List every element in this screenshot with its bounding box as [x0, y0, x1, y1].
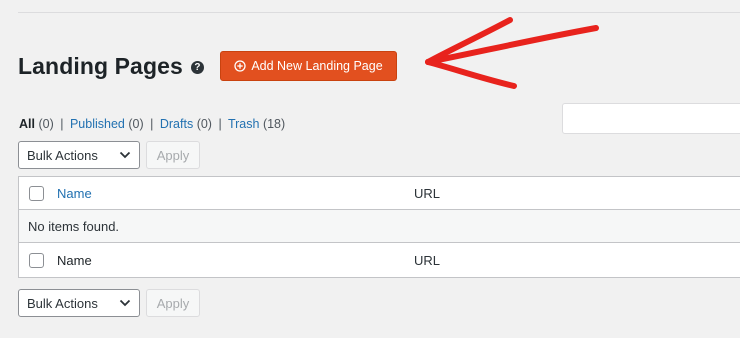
column-footer-name[interactable]: Name	[57, 253, 92, 268]
page-title: Landing Pages	[18, 53, 183, 79]
plus-circle-icon	[234, 60, 246, 72]
select-all-checkbox-footer[interactable]	[29, 252, 44, 268]
add-new-label: Add New Landing Page	[251, 59, 383, 73]
table-header-row: Name URL	[19, 177, 740, 210]
bulk-actions-select[interactable]: Bulk Actions	[18, 141, 140, 169]
column-footer-url: URL	[414, 252, 441, 268]
help-icon[interactable]: ?	[190, 60, 204, 74]
add-new-landing-page-button[interactable]: Add New Landing Page	[220, 51, 397, 81]
page-header: Landing Pages ?	[18, 50, 204, 82]
bulk-actions-top: Bulk Actions Apply	[18, 141, 200, 169]
bulk-actions-bottom: Bulk Actions Apply	[18, 289, 200, 317]
filter-all-count: (0)	[38, 117, 54, 131]
filter-trash-count: (18)	[262, 117, 286, 131]
filter-drafts[interactable]: Drafts	[160, 117, 193, 131]
chevron-down-icon	[119, 299, 131, 307]
filter-separator: |	[150, 117, 154, 131]
landing-pages-table: Name URL No items found. Name URL	[18, 176, 740, 278]
apply-button-bottom[interactable]: Apply	[146, 289, 200, 317]
no-items-message: No items found.	[28, 218, 120, 234]
filter-published-count: (0)	[128, 117, 144, 131]
table-footer-row: Name URL	[19, 243, 740, 277]
top-divider	[18, 12, 740, 13]
table-row: No items found.	[19, 210, 740, 243]
hand-drawn-arrow-icon	[425, 17, 599, 89]
filter-separator: |	[60, 117, 64, 131]
column-header-url: URL	[414, 185, 441, 201]
filter-all[interactable]: All	[19, 117, 35, 131]
bulk-actions-value: Bulk Actions	[27, 147, 98, 163]
filter-separator: |	[218, 117, 222, 131]
search-input[interactable]	[562, 103, 740, 134]
chevron-down-icon	[119, 151, 131, 159]
filter-drafts-count: (0)	[196, 117, 212, 131]
status-filter-links: All (0) | Published (0) | Drafts (0) | T…	[19, 117, 285, 131]
filter-published[interactable]: Published	[70, 117, 125, 131]
filter-trash[interactable]: Trash	[228, 117, 260, 131]
column-header-name[interactable]: Name	[57, 186, 92, 201]
select-all-checkbox[interactable]	[29, 185, 44, 201]
apply-button[interactable]: Apply	[146, 141, 200, 169]
bulk-actions-select-bottom[interactable]: Bulk Actions	[18, 289, 140, 317]
bulk-actions-value: Bulk Actions	[27, 295, 98, 311]
